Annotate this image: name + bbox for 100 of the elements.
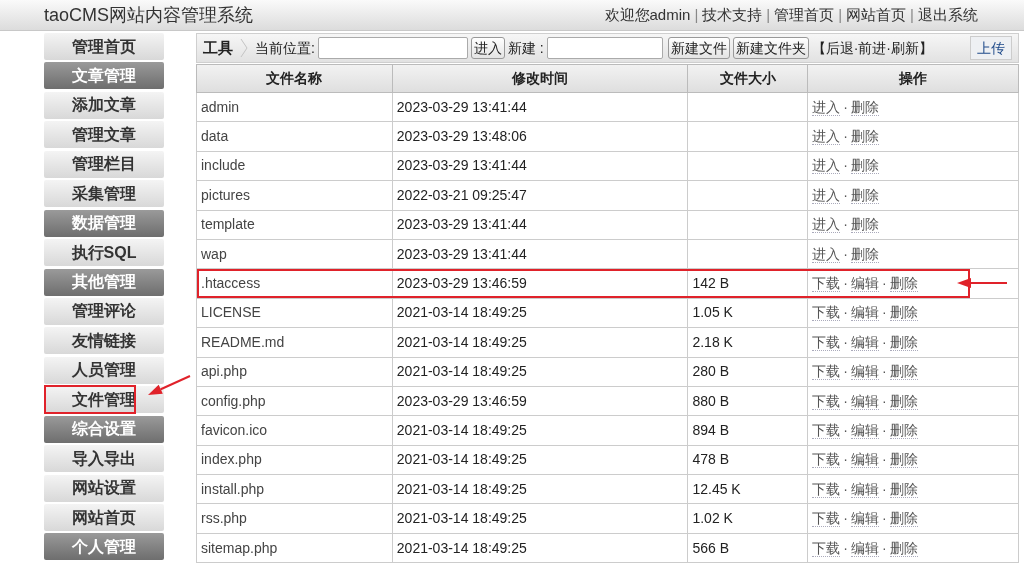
action-link[interactable]: 进入 [812, 98, 841, 116]
action-link[interactable]: 删除 [850, 245, 879, 263]
header-link[interactable]: 网站首页 [846, 3, 907, 27]
upload-button[interactable]: 上传 [970, 36, 1012, 60]
action-link[interactable]: 编辑 [850, 510, 879, 528]
sidebar-item[interactable]: 添加文章 [44, 91, 164, 119]
sidebar-item[interactable]: 友情链接 [44, 327, 164, 355]
table-cell: 2023-03-29 13:41:44 [392, 239, 688, 269]
action-link[interactable]: 进入 [812, 245, 841, 263]
action-link[interactable]: 进入 [812, 128, 841, 146]
table-cell: 12.45 K [687, 474, 808, 504]
action-link[interactable]: 删除 [850, 216, 879, 234]
sidebar-item[interactable]: 采集管理 [44, 180, 164, 208]
sidebar-item[interactable]: 人员管理 [44, 356, 164, 384]
action-separator: · [881, 304, 887, 321]
table-cell: 894 B [687, 415, 808, 446]
table-cell: 566 B [687, 533, 808, 563]
action-link[interactable]: 编辑 [850, 363, 879, 381]
action-link[interactable]: 下载 [812, 539, 841, 557]
table-cell: 1.02 K [687, 503, 808, 534]
action-link[interactable]: 删除 [889, 363, 918, 381]
file-name: template [201, 216, 255, 233]
action-link[interactable]: 进入 [812, 216, 841, 234]
new-name-field[interactable] [546, 37, 663, 59]
action-link[interactable]: 下载 [812, 363, 841, 381]
action-link[interactable]: 删除 [889, 275, 918, 293]
action-link[interactable]: 删除 [889, 451, 918, 469]
sidebar-section[interactable]: 综合设置 [44, 415, 164, 443]
sidebar-item[interactable]: 网站首页 [44, 504, 164, 531]
action-link[interactable]: 编辑 [850, 333, 879, 351]
sidebar-section[interactable]: 数据管理 [44, 209, 164, 237]
sidebar-item[interactable]: 执行SQL [44, 239, 164, 267]
sidebar-item[interactable]: 网站设置 [44, 474, 164, 502]
location-field[interactable] [317, 37, 468, 59]
action-link[interactable]: 删除 [850, 128, 879, 146]
file-name: sitemap.php [201, 539, 278, 556]
sidebar-item[interactable]: 管理栏目 [44, 150, 164, 178]
header-link[interactable]: 技术支持 [702, 3, 763, 27]
action-link[interactable]: 下载 [812, 392, 841, 410]
table-cell: 880 B [687, 386, 808, 416]
action-link[interactable]: 下载 [812, 422, 841, 439]
table-cell: 2021-03-14 18:49:25 [392, 327, 688, 357]
action-separator: · [843, 304, 848, 321]
sidebar-item[interactable]: 导入导出 [44, 445, 164, 473]
table-cell: 2022-03-21 09:25:47 [392, 180, 688, 211]
action-link[interactable]: 编辑 [850, 275, 879, 293]
sidebar-item[interactable]: 管理评论 [44, 297, 164, 325]
table-cell: 2021-03-14 18:49:25 [392, 298, 688, 328]
navigation-links[interactable]: 【后退·前进·刷新】 [811, 37, 933, 59]
action-link[interactable]: 编辑 [850, 422, 879, 439]
action-link[interactable]: 删除 [850, 98, 879, 116]
action-link[interactable]: 删除 [889, 304, 918, 322]
table-cell: 2023-03-29 13:48:06 [392, 121, 688, 152]
header-link[interactable]: 管理首页 [774, 3, 835, 27]
action-link[interactable]: 删除 [850, 186, 879, 204]
file-name: admin [201, 98, 240, 115]
table-cell: 2021-03-14 18:49:25 [392, 445, 688, 475]
action-separator: · [843, 98, 848, 115]
welcome-text: 欢迎您admin [604, 4, 691, 25]
action-separator: · [843, 275, 848, 292]
sidebar-section[interactable]: 个人管理 [44, 533, 164, 561]
enter-button[interactable]: 进入 [470, 37, 505, 59]
sidebar-section[interactable]: 文章管理 [44, 62, 164, 90]
action-link[interactable]: 下载 [812, 304, 841, 322]
action-link[interactable]: 下载 [812, 510, 841, 528]
action-link[interactable]: 编辑 [850, 304, 879, 322]
new-file-button[interactable]: 新建文件 [667, 37, 730, 59]
action-link[interactable]: 删除 [889, 422, 918, 439]
action-link[interactable]: 编辑 [850, 392, 879, 410]
action-link[interactable]: 下载 [812, 480, 841, 498]
table-cell: 2021-03-14 18:49:25 [392, 503, 688, 534]
action-link[interactable]: 删除 [889, 333, 918, 351]
action-link[interactable]: 删除 [889, 510, 918, 528]
action-link[interactable]: 下载 [812, 451, 841, 469]
file-name: api.php [201, 363, 247, 380]
sidebar-item[interactable]: 管理首页 [44, 33, 164, 60]
action-link[interactable]: 编辑 [850, 451, 879, 469]
action-link[interactable]: 下载 [812, 333, 841, 351]
sidebar-item[interactable]: 管理文章 [44, 121, 164, 149]
file-name: index.php [201, 451, 262, 468]
action-separator: · [881, 422, 887, 438]
action-link[interactable]: 删除 [889, 392, 918, 410]
new-label: 新建 : [507, 38, 544, 58]
action-link[interactable]: 编辑 [850, 539, 879, 557]
action-link[interactable]: 下载 [812, 275, 841, 293]
column-header: 文件名称 [196, 64, 393, 93]
action-link[interactable]: 进入 [812, 157, 841, 175]
sidebar-section[interactable]: 其他管理 [44, 268, 164, 296]
header-link[interactable]: 退出系统 [918, 3, 978, 27]
action-link[interactable]: 删除 [889, 539, 918, 557]
action-link[interactable]: 删除 [850, 157, 879, 175]
action-link[interactable]: 删除 [889, 480, 918, 498]
link-separator: | [766, 4, 771, 25]
action-link[interactable]: 编辑 [850, 480, 879, 498]
table-cell: 2023-03-29 13:46:59 [392, 268, 688, 299]
action-separator: · [843, 539, 848, 556]
action-separator: · [843, 333, 848, 350]
action-separator: · [881, 510, 887, 527]
action-link[interactable]: 进入 [812, 186, 841, 204]
new-folder-button[interactable]: 新建文件夹 [732, 37, 809, 59]
